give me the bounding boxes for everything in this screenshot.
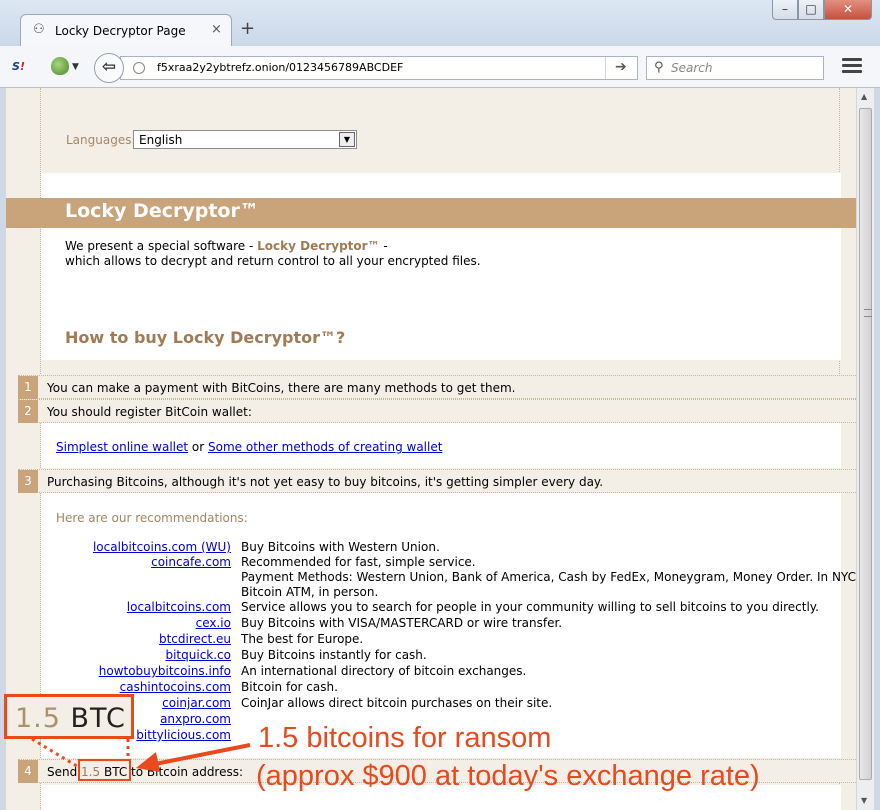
dotted-connector: [31, 737, 81, 770]
zoomed-btc-text: 1.5 BTC: [15, 703, 126, 734]
pointer-arrow: [149, 743, 251, 767]
zoomed-btc-callout: 1.5 BTC: [4, 694, 134, 739]
arrowhead-icon: [136, 752, 160, 772]
zoomed-unit: BTC: [60, 703, 126, 734]
annotation-line-2: (approx $900 at today's exchange rate): [256, 760, 760, 792]
annotation-line-1: 1.5 bitcoins for ransom: [258, 722, 552, 754]
zoomed-amount: 1.5: [15, 703, 61, 734]
annotation-arrows: [31, 737, 251, 772]
